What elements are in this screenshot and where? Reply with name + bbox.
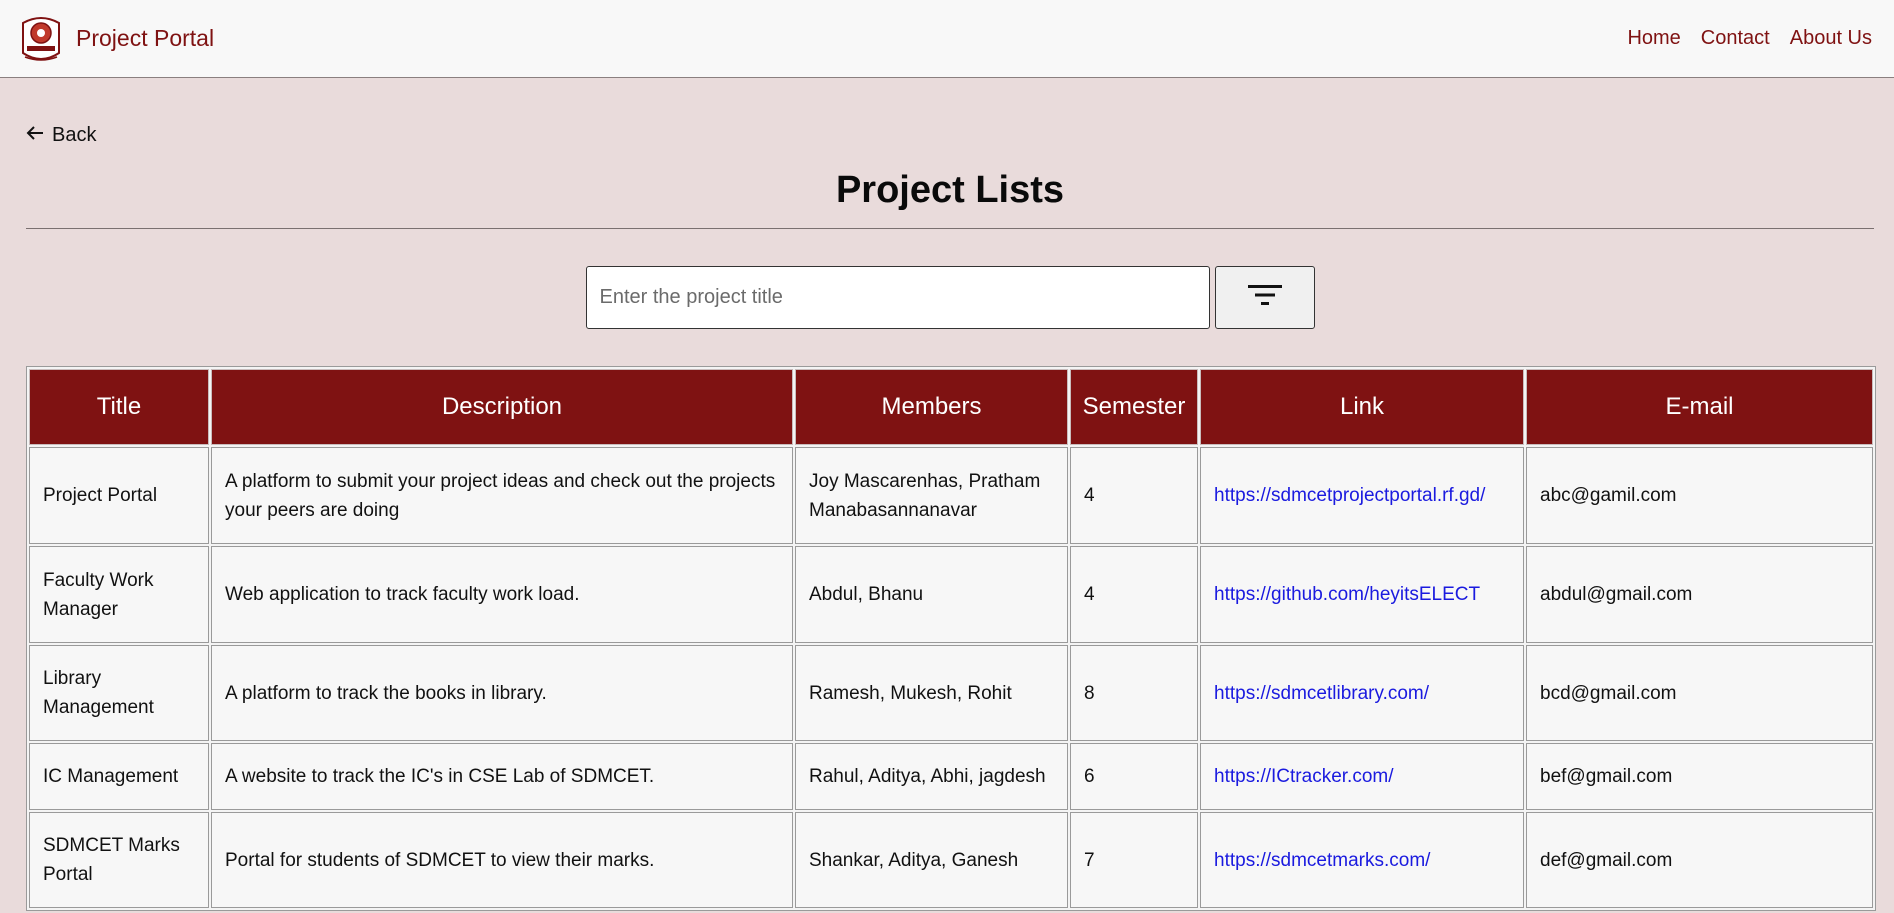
cell-email: def@gmail.com: [1526, 812, 1873, 908]
nav-home-link[interactable]: Home: [1627, 27, 1680, 50]
brand-name: Project Portal: [76, 25, 215, 51]
cell-title: Faculty Work Manager: [29, 546, 209, 643]
cell-email: bef@gmail.com: [1526, 743, 1873, 810]
table-row: Library Management A platform to track t…: [29, 645, 1873, 741]
column-header-members[interactable]: Members: [795, 369, 1068, 445]
cell-members: Shankar, Aditya, Ganesh: [795, 812, 1068, 908]
nav-about-link[interactable]: About Us: [1790, 27, 1872, 50]
cell-semester: 8: [1070, 645, 1198, 741]
cell-link[interactable]: https://sdmcetlibrary.com/: [1200, 645, 1524, 741]
nav-links: Home Contact About Us: [1627, 27, 1872, 50]
search-input[interactable]: [585, 266, 1210, 329]
column-header-title[interactable]: Title: [29, 369, 209, 445]
arrow-left-icon: [26, 124, 44, 147]
cell-title: Project Portal: [29, 447, 209, 544]
back-button[interactable]: Back: [26, 124, 96, 147]
title-divider: [26, 228, 1874, 229]
cell-semester: 4: [1070, 447, 1198, 544]
cell-semester: 7: [1070, 812, 1198, 908]
cell-title: SDMCET Marks Portal: [29, 812, 209, 908]
projects-table-wrapper: Title Description Members Semester Link …: [26, 366, 1876, 911]
search-bar: [26, 266, 1874, 329]
cell-email: abc@gamil.com: [1526, 447, 1873, 544]
cell-email: bcd@gmail.com: [1526, 645, 1873, 741]
table-row: IC Management A website to track the IC'…: [29, 743, 1873, 810]
cell-members: Ramesh, Mukesh, Rohit: [795, 645, 1068, 741]
table-row: Project Portal A platform to submit your…: [29, 447, 1873, 544]
cell-semester: 6: [1070, 743, 1198, 810]
top-navbar: Project Portal Home Contact About Us: [0, 0, 1894, 78]
main-content: Back Project Lists Title Description Mem…: [0, 78, 1894, 911]
cell-members: Rahul, Aditya, Abhi, jagdesh: [795, 743, 1068, 810]
brand[interactable]: Project Portal: [18, 13, 214, 65]
nav-contact-link[interactable]: Contact: [1701, 27, 1770, 50]
filter-button[interactable]: [1214, 266, 1315, 329]
back-label: Back: [52, 124, 97, 146]
column-header-description[interactable]: Description: [211, 369, 793, 445]
filter-icon: [1247, 284, 1282, 311]
cell-title: Library Management: [29, 645, 209, 741]
cell-description: Portal for students of SDMCET to view th…: [211, 812, 793, 908]
college-emblem-icon: [18, 13, 64, 65]
table-row: SDMCET Marks Portal Portal for students …: [29, 812, 1873, 908]
cell-members: Abdul, Bhanu: [795, 546, 1068, 643]
projects-table: Title Description Members Semester Link …: [26, 366, 1876, 911]
cell-title: IC Management: [29, 743, 209, 810]
cell-email: abdul@gmail.com: [1526, 546, 1873, 643]
column-header-link[interactable]: Link: [1200, 369, 1524, 445]
cell-description: A website to track the IC's in CSE Lab o…: [211, 743, 793, 810]
table-header-row: Title Description Members Semester Link …: [29, 369, 1873, 445]
column-header-email[interactable]: E-mail: [1526, 369, 1873, 445]
cell-members: Joy Mascarenhas, Pratham Manabasannanava…: [795, 447, 1068, 544]
cell-description: A platform to track the books in library…: [211, 645, 793, 741]
cell-link[interactable]: https://github.com/heyitsELECT: [1200, 546, 1524, 643]
cell-description: A platform to submit your project ideas …: [211, 447, 793, 544]
column-header-semester[interactable]: Semester: [1070, 369, 1198, 445]
cell-semester: 4: [1070, 546, 1198, 643]
cell-description: Web application to track faculty work lo…: [211, 546, 793, 643]
page-title: Project Lists: [835, 169, 1065, 211]
cell-link[interactable]: https://sdmcetmarks.com/: [1200, 812, 1524, 908]
cell-link[interactable]: https://ICtracker.com/: [1200, 743, 1524, 810]
cell-link[interactable]: https://sdmcetprojectportal.rf.gd/: [1200, 447, 1524, 544]
table-row: Faculty Work Manager Web application to …: [29, 546, 1873, 643]
